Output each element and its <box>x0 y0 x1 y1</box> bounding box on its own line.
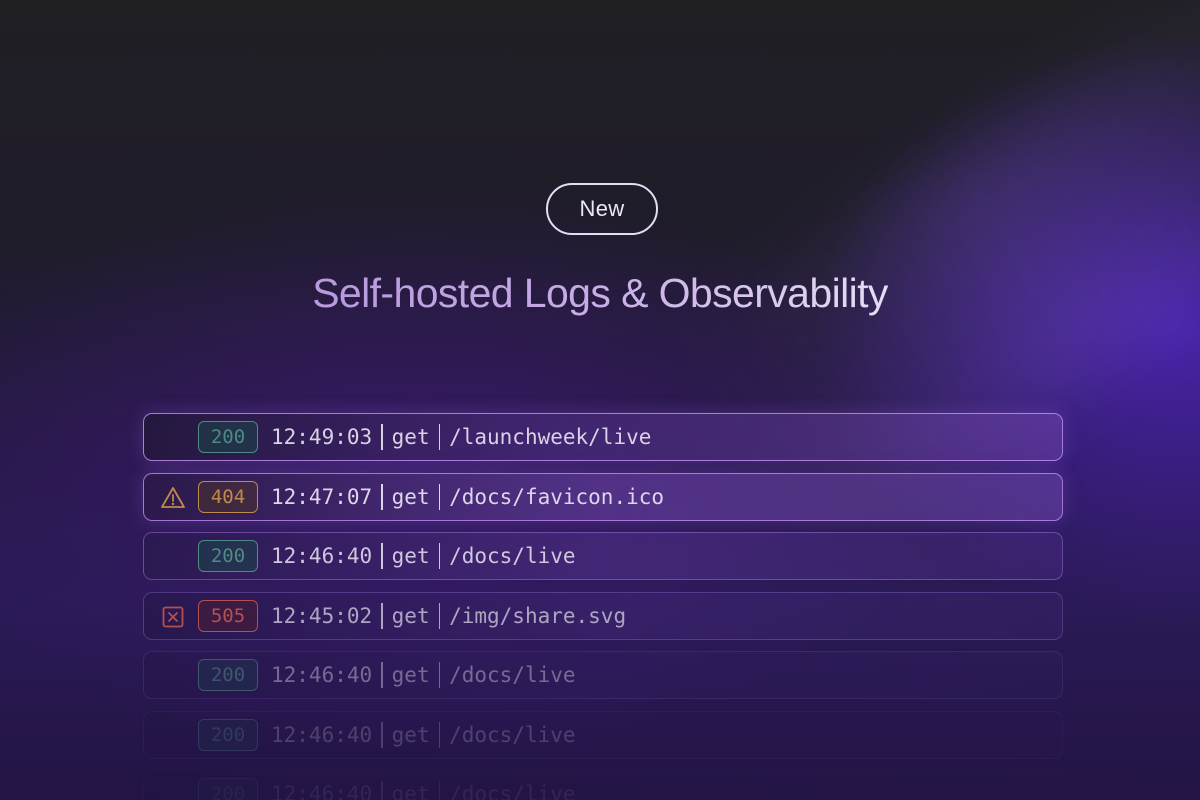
new-badge-label: New <box>579 196 625 221</box>
separator <box>438 662 441 688</box>
log-row[interactable]: 404 12:47:07 get/docs/favicon.ico <box>143 472 1063 521</box>
log-row[interactable]: 200 12:46:40 get/docs/live <box>143 532 1063 580</box>
separator <box>438 543 441 569</box>
log-path: /docs/live <box>449 544 576 568</box>
status-code-badge: 200 <box>198 778 258 800</box>
separator <box>381 543 383 569</box>
separator <box>438 602 441 629</box>
log-path: /docs/live <box>449 722 576 747</box>
log-time: 12:46:40 <box>271 722 373 747</box>
log-path: /launchweek/live <box>449 425 652 449</box>
log-line: 12:45:02 get/img/share.svg <box>271 593 626 639</box>
log-list: 200 12:49:03 get/launchweek/live 404 12:47:0… <box>143 413 1063 800</box>
status-code-badge: 200 <box>198 540 258 572</box>
status-code-badge: 200 <box>198 718 258 751</box>
log-time: 12:45:02 <box>271 603 373 628</box>
log-method: get <box>391 722 430 747</box>
status-code-badge: 505 <box>198 599 258 632</box>
log-method: get <box>391 782 430 800</box>
log-time: 12:49:03 <box>271 425 373 449</box>
log-line: 12:46:40 get/docs/live <box>271 533 576 579</box>
log-line: 12:46:40 get/docs/live <box>271 771 576 800</box>
log-line: 12:46:40 get/docs/live <box>271 652 576 698</box>
log-time: 12:47:07 <box>271 484 373 509</box>
page-title: Self-hosted Logs & Observability <box>0 270 1200 317</box>
icon-placeholder <box>160 723 186 749</box>
status-code-badge: 200 <box>198 421 258 453</box>
separator <box>438 424 441 450</box>
log-row[interactable]: 505 12:45:02 get/img/share.svg <box>143 591 1063 640</box>
log-line: 12:46:40 get/docs/live <box>271 712 576 758</box>
separator <box>381 424 383 450</box>
log-line: 12:47:07 get/docs/favicon.ico <box>271 474 664 520</box>
icon-placeholder <box>160 663 186 689</box>
log-path: /docs/favicon.ico <box>449 484 665 509</box>
separator <box>381 483 383 510</box>
log-time: 12:46:40 <box>271 663 373 687</box>
icon-placeholder <box>160 544 186 570</box>
icon-placeholder <box>160 782 186 800</box>
log-row[interactable]: 200 12:49:03 get/launchweek/live <box>143 413 1063 461</box>
separator <box>438 781 441 800</box>
log-time: 12:46:40 <box>271 782 373 800</box>
log-time: 12:46:40 <box>271 544 373 568</box>
error-x-icon <box>160 604 186 630</box>
log-path: /docs/live <box>449 663 576 687</box>
log-row[interactable]: 200 12:46:40 get/docs/live <box>143 651 1063 699</box>
separator <box>438 721 441 748</box>
log-path: /docs/live <box>449 782 576 800</box>
icon-placeholder <box>160 425 186 451</box>
new-badge: New <box>546 183 658 235</box>
log-method: get <box>391 425 430 449</box>
log-method: get <box>391 544 430 568</box>
status-code-badge: 200 <box>198 659 258 691</box>
log-row[interactable]: 200 12:46:40 get/docs/live <box>143 710 1063 759</box>
log-method: get <box>391 484 430 509</box>
separator <box>381 781 383 800</box>
log-row[interactable]: 200 12:46:40 get/docs/live <box>143 770 1063 800</box>
warning-triangle-icon <box>160 485 186 511</box>
log-method: get <box>391 603 430 628</box>
log-method: get <box>391 663 430 687</box>
separator <box>381 721 383 748</box>
log-line: 12:49:03 get/launchweek/live <box>271 414 651 460</box>
status-code-badge: 404 <box>198 480 258 513</box>
log-path: /img/share.svg <box>449 603 627 628</box>
separator <box>438 483 441 510</box>
separator <box>381 602 383 629</box>
separator <box>381 662 383 688</box>
